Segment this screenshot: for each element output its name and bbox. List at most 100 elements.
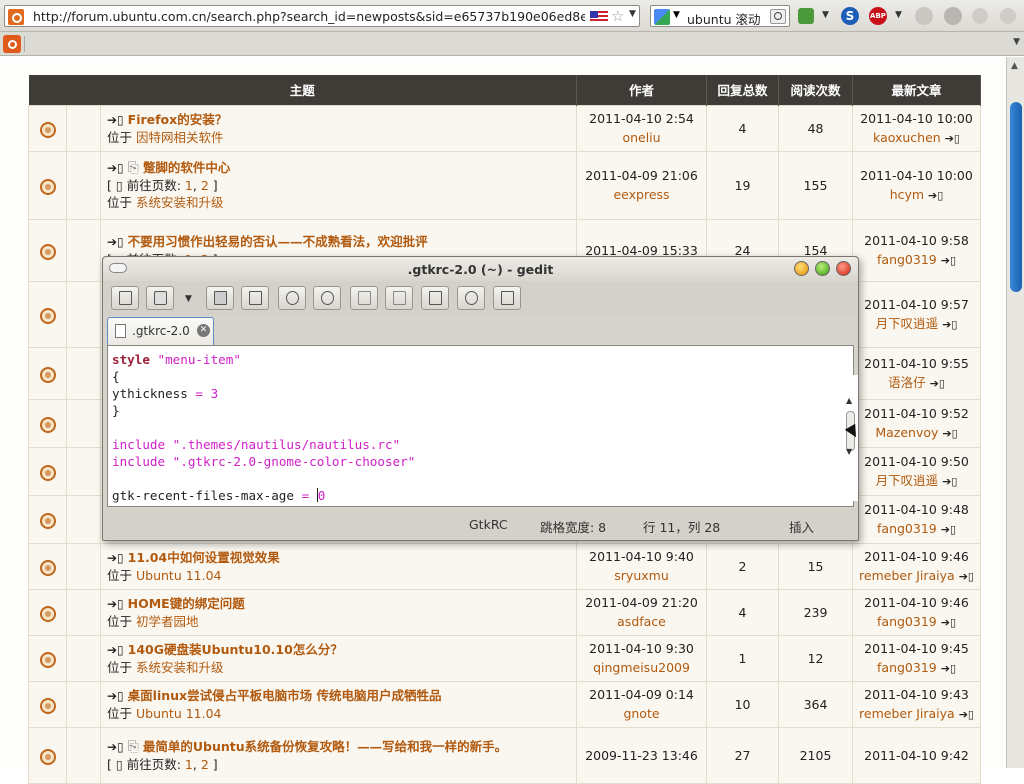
last-poster-link[interactable]: fang0319 — [877, 252, 937, 267]
search-engine-dropdown-icon[interactable]: ▼ — [673, 10, 680, 20]
author-link[interactable]: oneliu — [622, 130, 660, 145]
forum-link[interactable]: Ubuntu 11.04 — [136, 568, 222, 583]
page-scrollbar[interactable]: ▲ — [1006, 57, 1024, 768]
sync-icon[interactable] — [944, 7, 962, 25]
tab-list-dropdown-icon[interactable]: ▼ — [1013, 37, 1020, 47]
goto-last-post-icon[interactable]: ➔▯ — [959, 708, 974, 721]
goto-last-post-icon[interactable]: ➔▯ — [941, 523, 956, 536]
text-editor[interactable]: style "menu-item" { ythickness = 3 } inc… — [107, 345, 854, 507]
page-link[interactable]: 2 — [201, 178, 209, 193]
settings-icon[interactable] — [972, 8, 988, 24]
new-file-icon[interactable] — [111, 286, 139, 310]
last-poster-link[interactable]: 月下叹逍遥 — [876, 473, 939, 488]
last-poster-link[interactable]: fang0319 — [877, 660, 937, 675]
goto-last-post-icon[interactable]: ➔▯ — [941, 616, 956, 629]
goto-last-post-icon[interactable]: ➔▯ — [942, 318, 957, 331]
goto-new-post-icon[interactable]: ➔▯ — [107, 161, 124, 175]
open-dropdown-icon[interactable]: ▼ — [185, 294, 192, 304]
forum-link[interactable]: 因特网相关软件 — [136, 130, 224, 145]
page-link[interactable]: 2 — [201, 757, 209, 772]
gedit-titlebar[interactable]: .gtkrc-2.0 (~) - gedit — [103, 257, 858, 281]
google-icon[interactable] — [654, 9, 670, 25]
goto-last-post-icon[interactable]: ➔▯ — [959, 570, 974, 583]
goto-new-post-icon[interactable]: ➔▯ — [107, 113, 124, 127]
goto-new-post-icon[interactable]: ➔▯ — [107, 551, 124, 565]
code-text[interactable]: style "menu-item" { ythickness = 3 } inc… — [112, 351, 415, 504]
find-replace-icon[interactable] — [493, 286, 521, 310]
author-link[interactable]: eexpress — [613, 187, 669, 202]
goto-new-post-icon[interactable]: ➔▯ — [107, 643, 124, 657]
addon-dropdown-icon[interactable]: ▼ — [822, 10, 829, 20]
forum-link[interactable]: 系统安装和升级 — [136, 660, 224, 675]
close-tab-icon[interactable]: ✕ — [197, 324, 210, 337]
author-link[interactable]: qingmeisu2009 — [593, 660, 690, 675]
adblock-icon[interactable]: ABP — [869, 7, 887, 25]
find-icon[interactable] — [457, 286, 485, 310]
last-poster-link[interactable]: 月下叹逍遥 — [876, 316, 939, 331]
last-poster-link[interactable]: kaoxuchen — [873, 130, 941, 145]
minimize-button[interactable] — [794, 261, 809, 276]
author-link[interactable]: asdface — [617, 614, 666, 629]
goto-new-post-icon[interactable]: ➔▯ — [107, 689, 124, 703]
page-link[interactable]: 1 — [185, 757, 193, 772]
page-link[interactable]: 1 — [185, 178, 193, 193]
goto-last-post-icon[interactable]: ➔▯ — [941, 662, 956, 675]
cut-icon[interactable] — [350, 286, 378, 310]
author-link[interactable]: gnote — [623, 706, 659, 721]
goto-last-post-icon[interactable]: ➔▯ — [930, 377, 945, 390]
topic-link[interactable]: 蹩脚的软件中心 — [143, 160, 231, 175]
forum-link[interactable]: 系统安装和升级 — [136, 195, 224, 210]
last-poster-link[interactable]: fang0319 — [877, 614, 937, 629]
tab-width-selector[interactable]: 跳格宽度: 8 — [540, 517, 606, 536]
ubuntu-tab-icon[interactable] — [3, 35, 21, 53]
copy-icon[interactable] — [385, 286, 413, 310]
goto-new-post-icon[interactable]: ➔▯ — [107, 235, 124, 249]
adblock-dropdown-icon[interactable]: ▼ — [895, 10, 902, 20]
search-icon[interactable] — [770, 9, 786, 24]
last-poster-link[interactable]: remeber Jiraiya — [859, 568, 955, 583]
print-icon[interactable] — [241, 286, 269, 310]
url-text[interactable]: http://forum.ubuntu.com.cn/search.php?se… — [33, 9, 585, 24]
goto-last-post-icon[interactable]: ➔▯ — [942, 427, 957, 440]
forum-link[interactable]: 初学者园地 — [136, 614, 199, 629]
paste-icon[interactable] — [421, 286, 449, 310]
goto-last-post-icon[interactable]: ➔▯ — [941, 254, 956, 267]
goto-new-post-icon[interactable]: ➔▯ — [107, 740, 124, 754]
topic-link[interactable]: 不要用习惯作出轻易的否认——不成熟看法，欢迎批评 — [128, 234, 428, 249]
last-poster-link[interactable]: fang0319 — [877, 521, 937, 536]
topic-link[interactable]: 桌面linux尝试侵占平板电脑市场 传统电脑用户成牺牲品 — [128, 688, 442, 703]
undo-icon[interactable] — [278, 286, 306, 310]
editor-scroll-down-icon[interactable]: ▼ — [846, 447, 852, 456]
tab-gtkrc[interactable]: .gtkrc-2.0 ✕ — [107, 317, 214, 345]
topic-link[interactable]: 最简单的Ubuntu系统备份恢复攻略！——写给和我一样的新手。 — [143, 739, 507, 754]
goto-last-post-icon[interactable]: ➔▯ — [928, 189, 943, 202]
last-poster-link[interactable]: remeber Jiraiya — [859, 706, 955, 721]
topic-link[interactable]: Firefox的安装？ — [128, 112, 228, 127]
goto-last-post-icon[interactable]: ➔▯ — [945, 132, 960, 145]
goto-new-post-icon[interactable]: ➔▯ — [107, 597, 124, 611]
forum-link[interactable]: Ubuntu 11.04 — [136, 706, 222, 721]
last-poster-link[interactable]: hcym — [890, 187, 924, 202]
scroll-up-icon[interactable]: ▲ — [1011, 61, 1018, 71]
goto-last-post-icon[interactable]: ➔▯ — [942, 475, 957, 488]
save-icon[interactable] — [206, 286, 234, 310]
close-button[interactable] — [836, 261, 851, 276]
addon-icon[interactable] — [798, 8, 814, 24]
redo-icon[interactable] — [313, 286, 341, 310]
search-bar[interactable]: ▼ ubuntu 滚动 — [650, 5, 790, 27]
editor-scroll-up-icon[interactable]: ▲ — [846, 396, 852, 405]
menu-icon[interactable] — [1000, 8, 1016, 24]
search-input[interactable]: ubuntu 滚动 — [687, 9, 761, 28]
extension-icon[interactable] — [915, 7, 933, 25]
url-bar[interactable]: http://forum.ubuntu.com.cn/search.php?se… — [4, 5, 640, 27]
scrollbar-thumb[interactable] — [1010, 102, 1022, 292]
topic-link[interactable]: HOME键的绑定问题 — [128, 596, 245, 611]
maximize-button[interactable] — [815, 261, 830, 276]
bookmark-star-icon[interactable]: ☆ — [611, 7, 624, 25]
author-link[interactable]: sryuxmu — [614, 568, 668, 583]
last-poster-link[interactable]: 语洛仔 — [888, 375, 926, 390]
open-file-icon[interactable] — [146, 286, 174, 310]
url-dropdown-icon[interactable]: ▼ — [629, 9, 636, 19]
topic-link[interactable]: 140G硬盘装Ubuntu10.10怎么分？ — [128, 642, 343, 657]
last-poster-link[interactable]: Mazenvoy — [875, 425, 938, 440]
